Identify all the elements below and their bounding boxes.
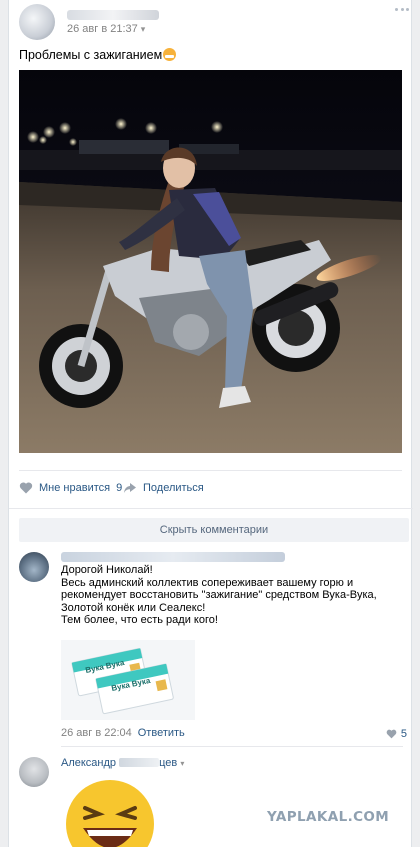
more-dots-icon[interactable]	[395, 8, 409, 14]
heart-icon	[19, 482, 33, 494]
heart-icon	[386, 729, 397, 739]
comment-line: Весь админский коллектив сопереживает ва…	[61, 576, 377, 614]
post-text: Проблемы с зажиганием	[19, 48, 177, 62]
comment-like-count: 5	[400, 728, 407, 740]
reply-link[interactable]: Ответить	[138, 727, 185, 739]
post-date[interactable]: 26 авг в 21:37 ▾	[67, 23, 145, 35]
share-label: Поделиться	[143, 482, 204, 494]
share-icon	[124, 483, 136, 493]
post-header: 26 авг в 21:37 ▾	[19, 4, 409, 40]
like-button[interactable]: Мне нравится 9	[19, 482, 122, 494]
author-avatar[interactable]	[19, 4, 55, 40]
chevron-down-icon: ▾	[180, 759, 185, 768]
like-label: Мне нравится	[39, 482, 111, 494]
commenter-name[interactable]: Александр цев ▾	[61, 757, 184, 769]
comment-date[interactable]: 26 авг в 22:04	[61, 727, 132, 739]
commenter-avatar[interactable]	[19, 757, 49, 787]
share-button[interactable]: Поделиться	[123, 482, 204, 494]
hide-comments-button[interactable]: Скрыть комментарии	[19, 518, 409, 542]
comment-attached-image[interactable]: Вука Вука Вука Вука	[61, 640, 195, 720]
comment-divider	[61, 746, 403, 747]
laughing-emoji-sticker	[66, 780, 154, 847]
section-divider	[9, 508, 413, 509]
name-blurred	[119, 758, 160, 767]
commenter-first-name: Александр	[61, 757, 117, 769]
commenter-avatar[interactable]	[19, 552, 49, 582]
comment-text: Дорогой Николай! Весь админский коллекти…	[61, 564, 409, 627]
post-card: 26 авг в 21:37 ▾ Проблемы с зажиганием М…	[8, 0, 413, 847]
author-name-blurred[interactable]	[67, 10, 159, 20]
post-actions: Мне нравится 9 Поделиться	[19, 470, 402, 506]
comment-item: Дорогой Николай! Весь админский коллекти…	[19, 548, 409, 744]
comment-item: Александр цев ▾	[19, 754, 409, 847]
comment-line: Тем более, что есть ради кого!	[61, 614, 218, 626]
like-count: 9	[116, 482, 123, 494]
motorcycle-photo-illustration	[19, 70, 402, 453]
commenter-name-blurred[interactable]	[61, 552, 285, 562]
chevron-down-icon: ▾	[140, 24, 146, 34]
emoji-grimace-icon	[163, 48, 177, 61]
comment-line: Дорогой Николай!	[61, 564, 153, 576]
comment-meta: 26 авг в 22:04 Ответить	[61, 727, 185, 739]
commenter-name-suffix: цев	[159, 757, 178, 769]
comment-like-button[interactable]: 5	[386, 728, 407, 740]
watermark-text: YAPLAKAL.COM	[267, 809, 390, 825]
post-photo[interactable]	[19, 70, 402, 453]
